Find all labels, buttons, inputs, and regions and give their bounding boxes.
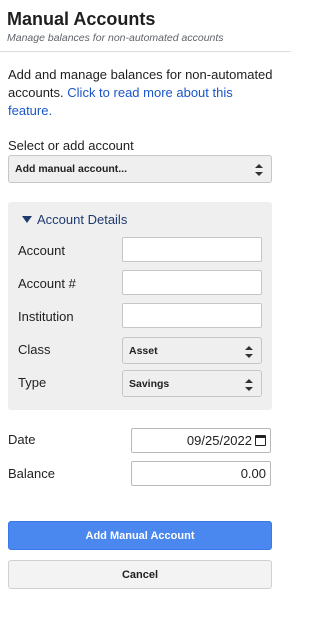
account-select-value: Add manual account...: [15, 163, 128, 175]
intro-text: Add and manage balances for non-automate…: [8, 66, 278, 120]
account-select[interactable]: Add manual account...: [8, 155, 272, 183]
account-details-summary: Account Details: [37, 212, 128, 227]
class-select[interactable]: Asset: [122, 337, 262, 364]
date-label: Date: [8, 432, 36, 447]
account-number-field[interactable]: [122, 270, 262, 295]
account-label: Account: [18, 243, 65, 258]
date-field[interactable]: 09/25/2022: [131, 428, 271, 453]
type-label: Type: [18, 375, 47, 390]
calendar-icon[interactable]: [255, 435, 266, 446]
page-subtitle: Manage balances for non-automated accoun…: [7, 32, 224, 44]
account-details-panel: Account Details Account Account # Instit…: [8, 202, 272, 410]
class-select-value: Asset: [129, 344, 158, 357]
triangle-down-icon: [22, 216, 32, 223]
institution-field[interactable]: [122, 303, 262, 328]
account-details-toggle[interactable]: Account Details: [22, 212, 127, 227]
account-field[interactable]: [122, 237, 262, 262]
class-label: Class: [18, 342, 51, 357]
add-manual-account-button[interactable]: Add Manual Account: [8, 521, 272, 550]
select-arrows-icon: [245, 379, 253, 391]
type-select-value: Savings: [129, 377, 170, 390]
balance-label: Balance: [8, 466, 55, 481]
institution-label: Institution: [18, 309, 74, 324]
cancel-button[interactable]: Cancel: [8, 560, 272, 589]
panel-header: Manual Accounts Manage balances for non-…: [0, 0, 291, 52]
select-arrows-icon: [245, 346, 253, 358]
select-arrows-icon: [255, 164, 263, 176]
balance-field[interactable]: 0.00: [131, 461, 271, 486]
balance-value: 0.00: [240, 466, 266, 481]
date-value: 09/25/2022: [186, 433, 252, 448]
account-select-label: Select or add account: [8, 138, 134, 153]
page-title: Manual Accounts: [7, 9, 156, 29]
account-number-label: Account #: [18, 276, 76, 291]
type-select[interactable]: Savings: [122, 370, 262, 397]
